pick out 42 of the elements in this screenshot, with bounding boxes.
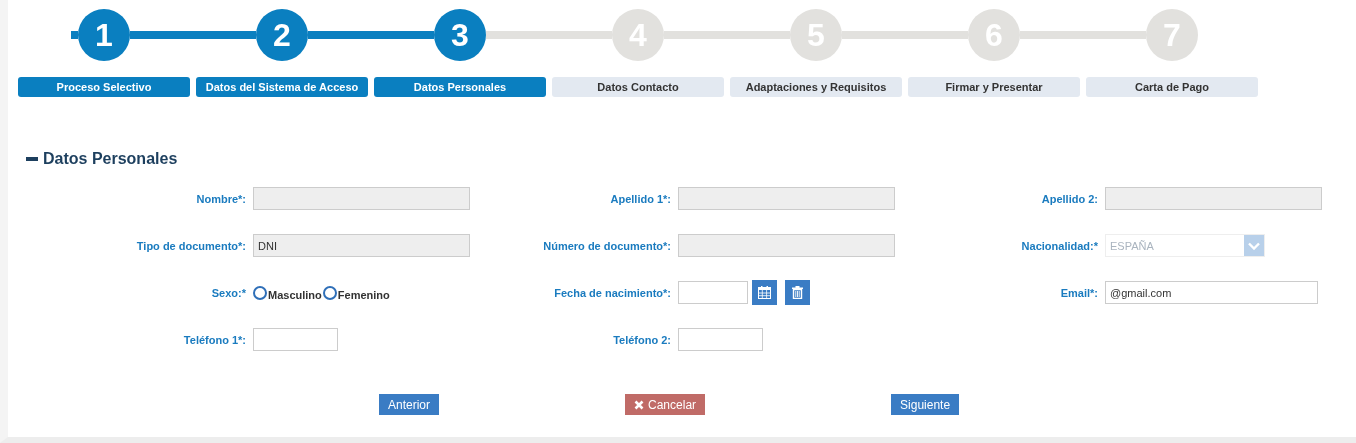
input-field[interactable] (678, 187, 895, 210)
cancel-button[interactable]: Cancelar (625, 394, 706, 415)
field-label: Número de documento*: (542, 239, 672, 252)
field-label: Sexo:* (210, 286, 247, 299)
step-tab[interactable]: Carta de Pago (1086, 77, 1258, 97)
section-title: Datos Personales (43, 150, 178, 168)
delete-button[interactable] (785, 280, 810, 305)
field-label: Teléfono 2: (612, 333, 672, 346)
step-tab[interactable]: Proceso Selectivo (18, 77, 190, 97)
input-field[interactable]: DNI (253, 234, 470, 257)
input-field[interactable] (678, 234, 895, 257)
chevron-down-icon (1248, 241, 1260, 250)
field-label: Fecha de nacimiento*: (553, 286, 672, 299)
radio-option[interactable]: Masculino (253, 287, 322, 302)
input-field[interactable] (1105, 187, 1322, 210)
step-number: 1 (78, 9, 130, 61)
step-number: 2 (256, 9, 308, 61)
step-tab[interactable]: Adaptaciones y Requisitos (730, 77, 902, 97)
field-label: Nacionalidad:* (1020, 239, 1099, 252)
field-label: Apellido 2: (1040, 192, 1099, 205)
step-number: 3 (434, 9, 486, 61)
input-field[interactable] (253, 328, 338, 351)
close-icon (634, 399, 645, 410)
input-field[interactable] (678, 281, 748, 304)
step-tab[interactable]: Datos Personales (374, 77, 546, 97)
step-tab[interactable]: Datos del Sistema de Acceso (196, 77, 368, 97)
input-field[interactable] (678, 328, 763, 351)
nav-button[interactable]: Anterior (379, 394, 440, 415)
nav-button[interactable]: Siguiente (891, 394, 960, 415)
step-tab[interactable]: Datos Contacto (552, 77, 724, 97)
field-label: Tipo de documento*: (135, 239, 247, 252)
calendar-icon (758, 286, 771, 299)
field-label: Email*: (1059, 286, 1099, 299)
radio-option[interactable]: Femenino (322, 287, 390, 302)
input-field[interactable]: @gmail.com (1105, 281, 1318, 304)
trash-icon (792, 286, 803, 299)
field-label: Nombre*: (195, 192, 247, 205)
input-field[interactable] (253, 187, 470, 210)
field-label: Teléfono 1*: (182, 333, 247, 346)
field-label: Apellido 1*: (609, 192, 672, 205)
step-tab[interactable]: Firmar y Presentar (908, 77, 1080, 97)
calendar-button[interactable] (752, 280, 777, 305)
